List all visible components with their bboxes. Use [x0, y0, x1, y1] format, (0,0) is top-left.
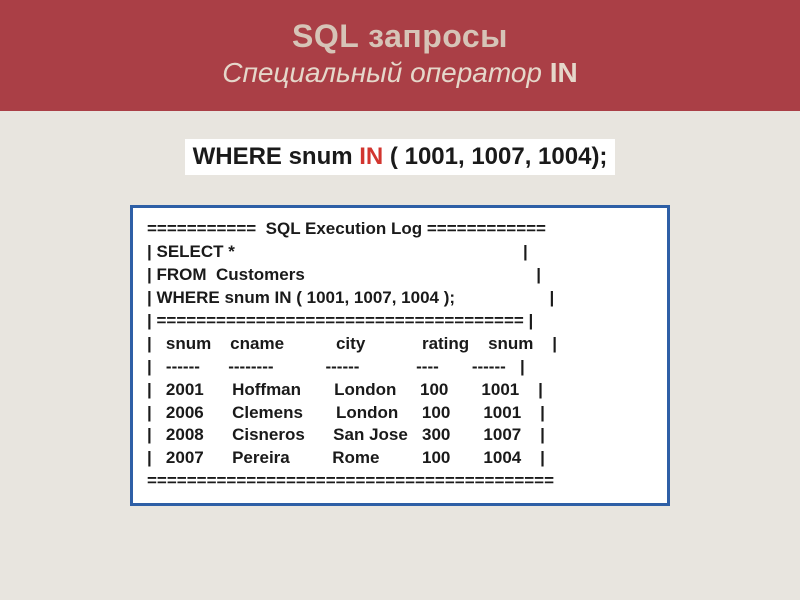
- query-suffix: ( 1001, 1007, 1004);: [383, 143, 607, 170]
- page-title: SQL запросы: [0, 18, 800, 55]
- log-line-11: ========================================…: [147, 470, 653, 493]
- log-line-5: | snum cname city rating snum |: [147, 333, 653, 356]
- log-line-9: | 2008 Cisneros San Jose 300 1007 |: [147, 424, 653, 447]
- log-line-8: | 2006 Clemens London 100 1001 |: [147, 402, 653, 425]
- subtitle-keyword: IN: [550, 57, 578, 88]
- log-line-10: | 2007 Pereira Rome 100 1004 |: [147, 447, 653, 470]
- log-line-7: | 2001 Hoffman London 100 1001 |: [147, 379, 653, 402]
- subtitle-italic: Специальный оператор: [222, 57, 542, 88]
- sql-execution-log: =========== SQL Execution Log ==========…: [130, 205, 670, 506]
- page-subtitle: Специальный оператор IN: [0, 57, 800, 89]
- sql-where-clause: WHERE snum IN ( 1001, 1007, 1004);: [185, 139, 616, 175]
- log-line-4: | ===================================== …: [147, 310, 653, 333]
- log-line-3: | WHERE snum IN ( 1001, 1007, 1004 ); |: [147, 287, 653, 310]
- header-band: SQL запросы Специальный оператор IN: [0, 0, 800, 111]
- query-prefix: WHERE snum: [193, 143, 360, 170]
- content-area: WHERE snum IN ( 1001, 1007, 1004); =====…: [0, 111, 800, 506]
- log-line-6: | ------ -------- ------ ---- ------ |: [147, 356, 653, 379]
- log-line-0: =========== SQL Execution Log ==========…: [147, 218, 653, 241]
- log-line-2: | FROM Customers |: [147, 264, 653, 287]
- log-line-1: | SELECT * |: [147, 241, 653, 264]
- in-keyword: IN: [359, 143, 383, 170]
